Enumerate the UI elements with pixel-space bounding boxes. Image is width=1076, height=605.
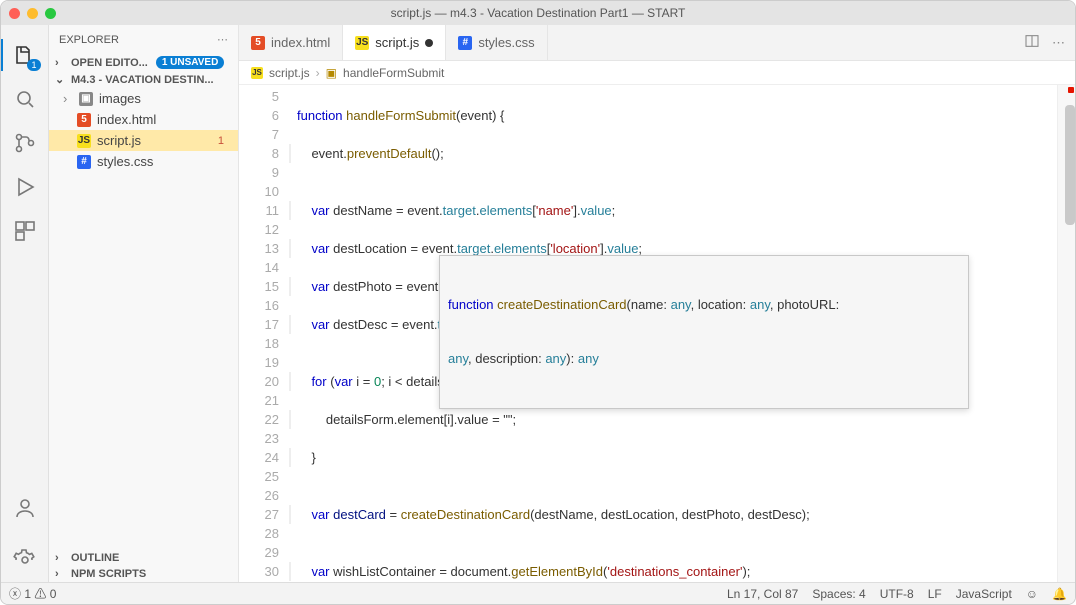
tree-label: styles.css bbox=[97, 154, 153, 169]
chevron-right-icon: › bbox=[55, 568, 67, 580]
window-titlebar: script.js — m4.3 - Vacation Destination … bbox=[1, 1, 1075, 25]
folder-icon: ▣ bbox=[79, 92, 93, 106]
npm-scripts-section[interactable]: › NPM SCRIPTS bbox=[49, 566, 238, 582]
js-icon: JS bbox=[251, 67, 263, 79]
code-editor[interactable]: 5678910111213141516171819202122232425262… bbox=[239, 85, 1075, 582]
chevron-right-icon: › bbox=[63, 91, 73, 106]
code-content[interactable]: function handleFormSubmit(event) { event… bbox=[289, 85, 1057, 582]
open-editors-label: OPEN EDITO... bbox=[71, 57, 148, 69]
breadcrumb[interactable]: JS script.js › ▣ handleFormSubmit bbox=[239, 61, 1075, 85]
feedback-icon[interactable]: ☺ bbox=[1026, 587, 1038, 601]
status-eol[interactable]: LF bbox=[928, 587, 942, 601]
tab-index-html[interactable]: 5 index.html bbox=[239, 25, 343, 60]
js-icon: JS bbox=[77, 134, 91, 148]
editor-tabs: 5 index.html JS script.js # styles.css ⋯ bbox=[239, 25, 1075, 61]
tree-label: images bbox=[99, 91, 141, 106]
line-gutter: 5678910111213141516171819202122232425262… bbox=[239, 85, 289, 582]
explorer-badge: 1 bbox=[27, 59, 40, 71]
outline-section[interactable]: › OUTLINE bbox=[49, 550, 238, 566]
open-editors-section[interactable]: › OPEN EDITO... 1 UNSAVED bbox=[49, 54, 238, 71]
tab-label: index.html bbox=[271, 35, 330, 50]
dirty-dot-icon bbox=[425, 39, 433, 47]
project-name: M4.3 - VACATION DESTIN... bbox=[71, 74, 214, 86]
css-icon: # bbox=[458, 36, 472, 50]
warning-icon: ⚠ bbox=[34, 587, 46, 601]
sidebar: EXPLORER ⋯ › OPEN EDITO... 1 UNSAVED ⌄ M… bbox=[49, 25, 239, 582]
activity-extensions[interactable] bbox=[1, 209, 49, 253]
activity-debug[interactable] bbox=[1, 165, 49, 209]
tree-label: script.js bbox=[97, 133, 141, 148]
breadcrumb-symbol[interactable]: handleFormSubmit bbox=[343, 66, 444, 80]
maximize-icon[interactable] bbox=[45, 8, 56, 19]
chevron-down-icon: ⌄ bbox=[55, 73, 67, 86]
npm-label: NPM SCRIPTS bbox=[71, 568, 146, 580]
file-index-html[interactable]: 5 index.html bbox=[49, 109, 238, 130]
window-title: script.js — m4.3 - Vacation Destination … bbox=[391, 6, 686, 20]
method-icon: ▣ bbox=[326, 66, 337, 80]
html-icon: 5 bbox=[251, 36, 265, 50]
tab-styles-css[interactable]: # styles.css bbox=[446, 25, 547, 60]
html-icon: 5 bbox=[77, 113, 91, 127]
chevron-right-icon: › bbox=[55, 552, 67, 564]
activity-search[interactable] bbox=[1, 77, 49, 121]
status-bar: ⓧ 1 ⚠ 0 Ln 17, Col 87 Spaces: 4 UTF-8 LF… bbox=[1, 582, 1075, 604]
chevron-right-icon: › bbox=[55, 57, 67, 69]
activity-bar: 1 bbox=[1, 25, 49, 582]
chevron-right-icon: › bbox=[316, 66, 320, 80]
tab-script-js[interactable]: JS script.js bbox=[343, 25, 446, 60]
sidebar-title: EXPLORER bbox=[59, 34, 119, 46]
project-section[interactable]: ⌄ M4.3 - VACATION DESTIN... bbox=[49, 71, 238, 88]
folder-images[interactable]: › ▣ images bbox=[49, 88, 238, 109]
minimap[interactable] bbox=[1057, 85, 1075, 582]
bell-icon[interactable]: 🔔 bbox=[1052, 587, 1067, 601]
file-styles-css[interactable]: # styles.css bbox=[49, 151, 238, 172]
signature-tooltip: function createDestinationCard(name: any… bbox=[439, 255, 969, 409]
status-cursor[interactable]: Ln 17, Col 87 bbox=[727, 587, 798, 601]
minimize-icon[interactable] bbox=[27, 8, 38, 19]
close-icon[interactable] bbox=[9, 8, 20, 19]
activity-scm[interactable] bbox=[1, 121, 49, 165]
css-icon: # bbox=[77, 155, 91, 169]
js-icon: JS bbox=[355, 36, 369, 50]
breadcrumb-file[interactable]: script.js bbox=[269, 66, 310, 80]
activity-account[interactable] bbox=[1, 486, 49, 530]
problem-count: 1 bbox=[218, 135, 230, 147]
status-problems[interactable]: ⓧ 1 ⚠ 0 bbox=[9, 585, 56, 602]
activity-settings[interactable] bbox=[1, 538, 49, 582]
status-encoding[interactable]: UTF-8 bbox=[880, 587, 914, 601]
error-icon: ⓧ bbox=[9, 587, 21, 601]
unsaved-badge: 1 UNSAVED bbox=[156, 56, 225, 69]
minimap-thumb[interactable] bbox=[1065, 105, 1075, 225]
traffic-lights bbox=[9, 8, 56, 19]
activity-explorer[interactable]: 1 bbox=[1, 33, 49, 77]
status-indent[interactable]: Spaces: 4 bbox=[812, 587, 865, 601]
tab-label: script.js bbox=[375, 35, 419, 50]
editor-area: 5 index.html JS script.js # styles.css ⋯ bbox=[239, 25, 1075, 582]
tree-label: index.html bbox=[97, 112, 156, 127]
file-script-js[interactable]: JS script.js 1 bbox=[49, 130, 238, 151]
sidebar-more-icon[interactable]: ⋯ bbox=[217, 33, 228, 46]
error-marker-icon bbox=[1068, 87, 1074, 93]
split-editor-icon[interactable] bbox=[1024, 33, 1040, 52]
status-language[interactable]: JavaScript bbox=[956, 587, 1012, 601]
editor-more-icon[interactable]: ⋯ bbox=[1052, 35, 1065, 51]
outline-label: OUTLINE bbox=[71, 552, 119, 564]
tab-label: styles.css bbox=[478, 35, 534, 50]
